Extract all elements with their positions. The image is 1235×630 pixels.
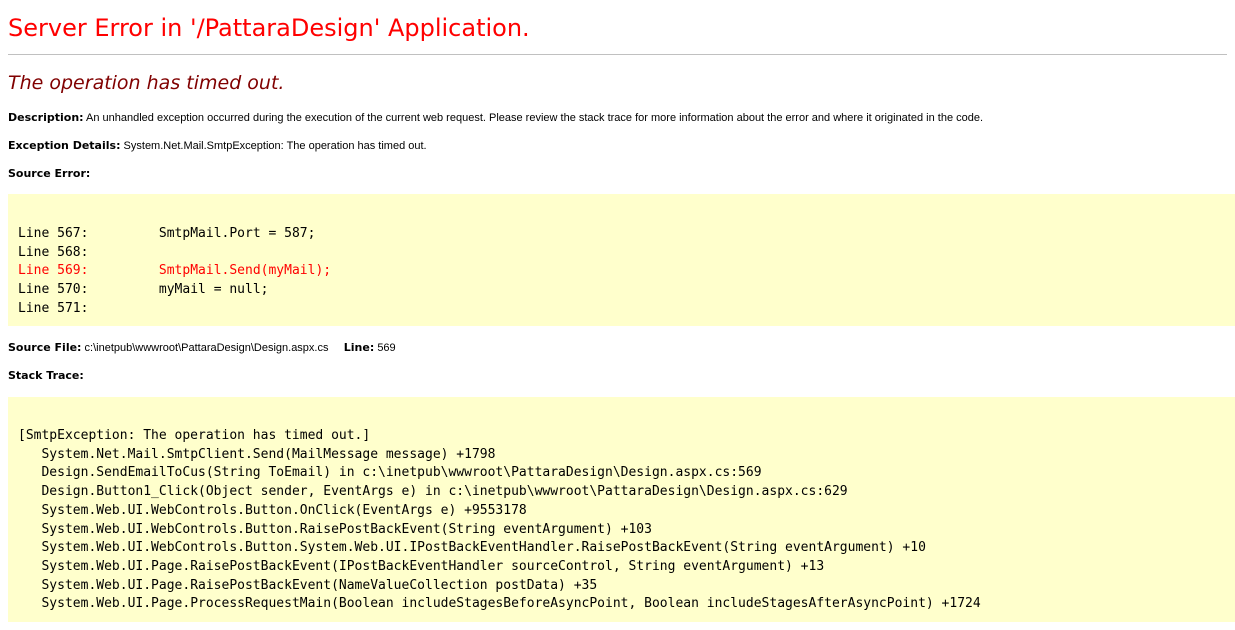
stack-trace-heading: Stack Trace: bbox=[8, 369, 84, 382]
source-file-row: Source File: c:\inetpub\wwwroot\PattaraD… bbox=[8, 341, 396, 354]
line-code: SmtpMail.Send(myMail); bbox=[158, 263, 332, 279]
line-code: myMail = null; bbox=[158, 282, 269, 298]
source-line: Line 571: bbox=[18, 301, 159, 316]
source-file-label: Source File: bbox=[8, 341, 82, 354]
description-text: An unhandled exception occurred during t… bbox=[86, 112, 984, 124]
line-label: Line: bbox=[343, 341, 375, 354]
stack-frame: Design.SendEmailToCus(String ToEmail) in… bbox=[41, 465, 762, 481]
stack-trace-label: Stack Trace: bbox=[8, 369, 84, 382]
stack-frame: System.Web.UI.Page.RaisePostBackEvent(Na… bbox=[41, 577, 598, 593]
stack-trace-box: [SmtpException: The operation has timed … bbox=[8, 397, 1235, 622]
source-line: Line 568: bbox=[18, 245, 159, 260]
line-number: Line 570: bbox=[18, 282, 89, 298]
page-title: Server Error in '/PattaraDesign' Applica… bbox=[8, 14, 530, 42]
stack-frame: System.Web.UI.Page.RaisePostBackEvent(IP… bbox=[41, 558, 825, 574]
stack-frame: System.Web.UI.WebControls.Button.OnClick… bbox=[41, 502, 527, 518]
description-label: Description: bbox=[8, 111, 84, 124]
source-line: Line 567: SmtpMail.Port = 587; bbox=[18, 226, 315, 241]
stack-frame: System.Net.Mail.SmtpClient.Send(MailMess… bbox=[41, 446, 496, 462]
line-number: Line 571: bbox=[18, 300, 89, 316]
line-number: Line 568: bbox=[18, 244, 89, 260]
source-line: Line 570: myMail = null; bbox=[18, 282, 268, 297]
exception-label: Exception Details: bbox=[8, 139, 121, 152]
source-error-box: Line 567: SmtpMail.Port = 587; Line 568:… bbox=[8, 194, 1235, 326]
source-line-highlighted: Line 569: SmtpMail.Send(myMail); bbox=[18, 263, 331, 278]
stack-frame: System.Web.UI.WebControls.Button.RaisePo… bbox=[41, 521, 652, 537]
stack-trace: [SmtpException: The operation has timed … bbox=[8, 397, 1235, 614]
divider bbox=[8, 54, 1227, 55]
error-message: The operation has timed out. bbox=[8, 72, 285, 94]
stack-header: [SmtpException: The operation has timed … bbox=[18, 428, 371, 443]
source-code: Line 567: SmtpMail.Port = 587; Line 568:… bbox=[8, 194, 1235, 319]
source-error-label: Source Error: bbox=[8, 167, 91, 180]
stack-frame: System.Web.UI.WebControls.Button.System.… bbox=[41, 540, 926, 556]
source-file-path: c:\inetpub\wwwroot\PattaraDesign\Design.… bbox=[84, 342, 329, 354]
exception-text: System.Net.Mail.SmtpException: The opera… bbox=[123, 140, 427, 152]
line-number: Line 567: bbox=[18, 226, 89, 241]
line-value: 569 bbox=[377, 342, 396, 354]
source-error-heading: Source Error: bbox=[8, 167, 90, 180]
stack-frame: Design.Button1_Click(Object sender, Even… bbox=[41, 484, 848, 500]
stack-frame: System.Web.UI.Page.ProcessRequestMain(Bo… bbox=[41, 596, 981, 612]
line-number: Line 569: bbox=[18, 263, 89, 279]
description-row: Description: An unhandled exception occu… bbox=[8, 111, 983, 124]
line-code: SmtpMail.Port = 587; bbox=[158, 226, 316, 241]
exception-row: Exception Details: System.Net.Mail.SmtpE… bbox=[8, 139, 427, 152]
